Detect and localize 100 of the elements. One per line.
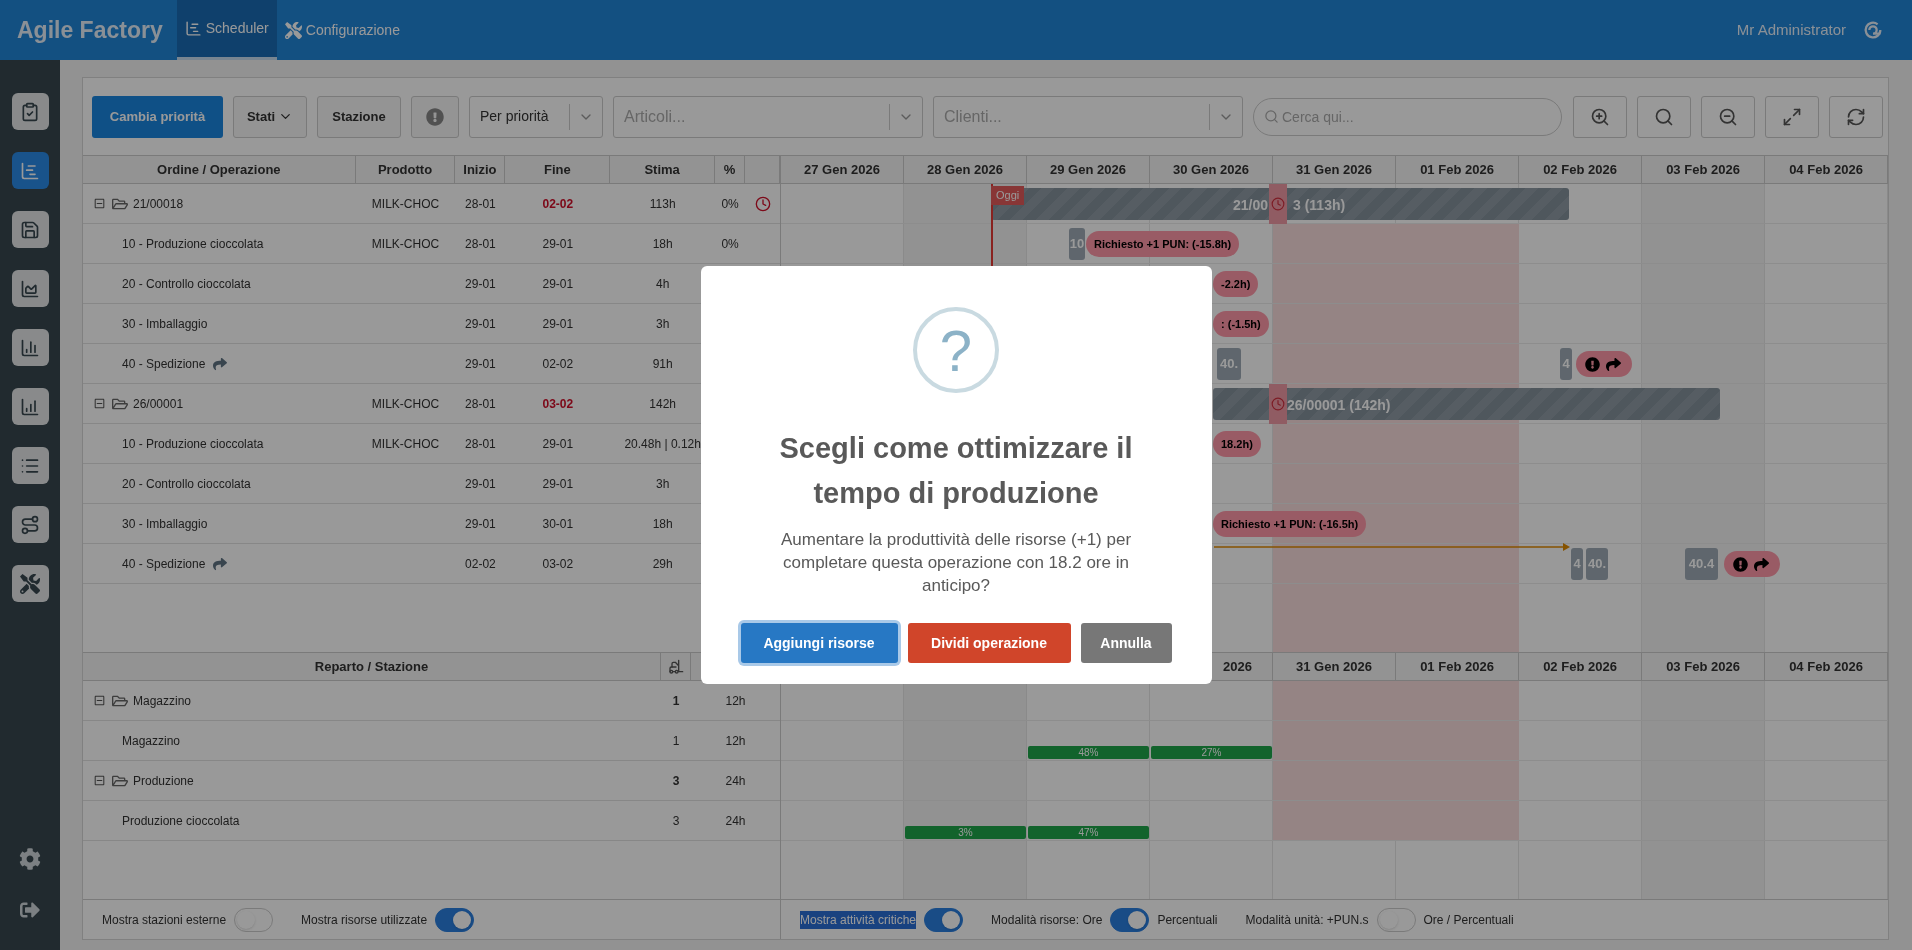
zoom-out-icon [1718, 106, 1738, 127]
collapse-icon[interactable] [94, 398, 105, 409]
sidebar-item[interactable] [11, 388, 49, 425]
order-name[interactable]: 21/00018 [133, 194, 184, 213]
toggle-switch[interactable] [1110, 907, 1150, 932]
column-header[interactable]: Stima [644, 159, 680, 180]
dialog-button[interactable]: Aggiungi risorse [740, 623, 898, 663]
table-cell-text: 113h [649, 195, 676, 213]
resource-pill[interactable]: Richiesto +1 PUN: (-16.5h) [1213, 511, 1367, 537]
column-header[interactable]: Inizio [463, 159, 497, 180]
station-name[interactable]: Magazzino [122, 731, 181, 750]
tools-icon [284, 21, 302, 39]
sort-select[interactable]: Per priorità [469, 95, 603, 138]
view-button[interactable] [1765, 95, 1819, 138]
sidebar-item[interactable] [11, 270, 49, 307]
bar-label: 21/00 [1232, 196, 1268, 215]
department-name[interactable]: Produzione [133, 771, 194, 790]
bar-label: 3 (113h) [1293, 196, 1346, 215]
dialog-button[interactable]: Dividi operazione [907, 623, 1071, 663]
table-cell-text: 12h [725, 692, 746, 710]
alert-icon [1733, 556, 1748, 572]
alert-button[interactable] [411, 95, 459, 138]
dialog-message: Aumentare la produttività delle risorse (+1) per completare questa operazione con 18.2 ore in anticipo? [779, 529, 1133, 597]
settings-icon[interactable] [19, 848, 41, 870]
table-cell-text: 1 [672, 732, 680, 750]
table-cell-text: 29-01 [465, 515, 496, 533]
load-bar: 47% [1028, 826, 1149, 839]
column-header[interactable]: Prodotto [377, 159, 433, 180]
operation-name[interactable]: 20 - Controllo cioccolata [122, 274, 251, 293]
order-name[interactable]: 26/00001 [133, 394, 184, 413]
bar-chart-icon [20, 337, 40, 358]
column-header[interactable]: % [723, 159, 736, 180]
nav-tab[interactable]: Scheduler [176, 0, 277, 60]
column-header[interactable]: Ordine / Operazione [157, 159, 281, 180]
table-cell-text: 28-01 [465, 195, 496, 213]
collapse-icon[interactable] [94, 695, 105, 706]
date-header: 2026 [1223, 657, 1252, 676]
date-header: 27 Gen 2026 [804, 160, 880, 179]
table-cell-text: 29-01 [542, 235, 574, 253]
table-cell-text: 20.48h | 0.12h [624, 435, 701, 453]
date-header: 02 Feb 2026 [1543, 657, 1617, 676]
tools-icon [20, 573, 40, 594]
sidebar-item[interactable] [11, 565, 49, 602]
table-cell-text: 02-02 [542, 195, 574, 213]
toggle-switch[interactable] [435, 907, 475, 932]
resource-pill[interactable]: Richiesto +1 PUN: (-15.8h) [1086, 231, 1240, 257]
table-cell-text: 29-01 [542, 315, 574, 333]
operation-name[interactable]: 30 - Imballaggio [122, 314, 208, 333]
department-name[interactable]: Magazzino [133, 691, 192, 710]
status-dropdown[interactable]: Stati [233, 95, 307, 138]
table-cell-text: MILK-CHOC [371, 435, 440, 453]
column-header[interactable]: Fine [543, 159, 571, 180]
dialog-button[interactable]: Annulla [1080, 623, 1172, 663]
table-cell-text: 28-01 [465, 235, 496, 253]
sidebar-item[interactable] [11, 329, 49, 366]
operation-name[interactable]: 30 - Imballaggio [122, 514, 208, 533]
table-cell-text: 30-01 [542, 515, 574, 533]
warning-pill[interactable] [1724, 551, 1780, 577]
view-button[interactable] [1573, 95, 1627, 138]
refresh-icon [1846, 106, 1866, 127]
toggle-switch[interactable] [924, 907, 964, 932]
bar-label: 26/00001 (142h) [1287, 396, 1391, 415]
alert-icon [426, 107, 444, 126]
view-button[interactable] [1637, 95, 1691, 138]
logout-icon[interactable] [20, 900, 40, 920]
operation-name[interactable]: 10 - Produzione cioccolata [122, 234, 264, 253]
toggle-switch[interactable] [234, 907, 274, 932]
table-cell-text: 0% [721, 235, 739, 253]
table-cell-text: 18h [652, 235, 673, 253]
view-button[interactable] [1701, 95, 1755, 138]
change-priority-button[interactable]: Cambia priorità [92, 95, 223, 138]
collapse-icon[interactable] [94, 775, 105, 786]
sidebar-item[interactable] [11, 506, 49, 543]
date-header: 02 Feb 2026 [1543, 160, 1617, 179]
warning-pill[interactable] [1576, 351, 1632, 377]
sidebar-item[interactable] [11, 93, 49, 130]
operation-name[interactable]: 40 - Spedizione [122, 554, 206, 573]
operation-name[interactable]: 10 - Produzione cioccolata [122, 434, 264, 453]
resource-pill[interactable]: : (-1.5h) [1213, 311, 1269, 337]
toggle-switch[interactable] [1376, 907, 1416, 932]
station-button[interactable]: Stazione [317, 95, 401, 138]
resource-pill[interactable]: -2.2h) [1213, 271, 1259, 297]
collapse-icon[interactable] [94, 198, 105, 209]
logo-icon [1862, 19, 1884, 41]
resource-pill[interactable]: 18.2h) [1213, 431, 1261, 457]
station-name[interactable]: Produzione cioccolata [122, 811, 240, 830]
sidebar-item[interactable] [11, 447, 49, 484]
date-header: 01 Feb 2026 [1420, 657, 1494, 676]
table-cell-text: 4h [655, 275, 670, 293]
sidebar-item[interactable] [11, 152, 49, 189]
date-header: 03 Feb 2026 [1666, 160, 1740, 179]
table-cell-text: 03-02 [542, 395, 574, 413]
column-header[interactable]: Reparto / Stazione [314, 656, 429, 677]
table-cell-text: 0% [721, 195, 739, 213]
table-cell-text: 29-01 [542, 475, 574, 493]
sidebar-item[interactable] [11, 211, 49, 248]
view-button[interactable] [1829, 95, 1883, 138]
search-icon [1264, 108, 1279, 124]
operation-name[interactable]: 20 - Controllo cioccolata [122, 474, 251, 493]
operation-name[interactable]: 40 - Spedizione [122, 354, 206, 373]
